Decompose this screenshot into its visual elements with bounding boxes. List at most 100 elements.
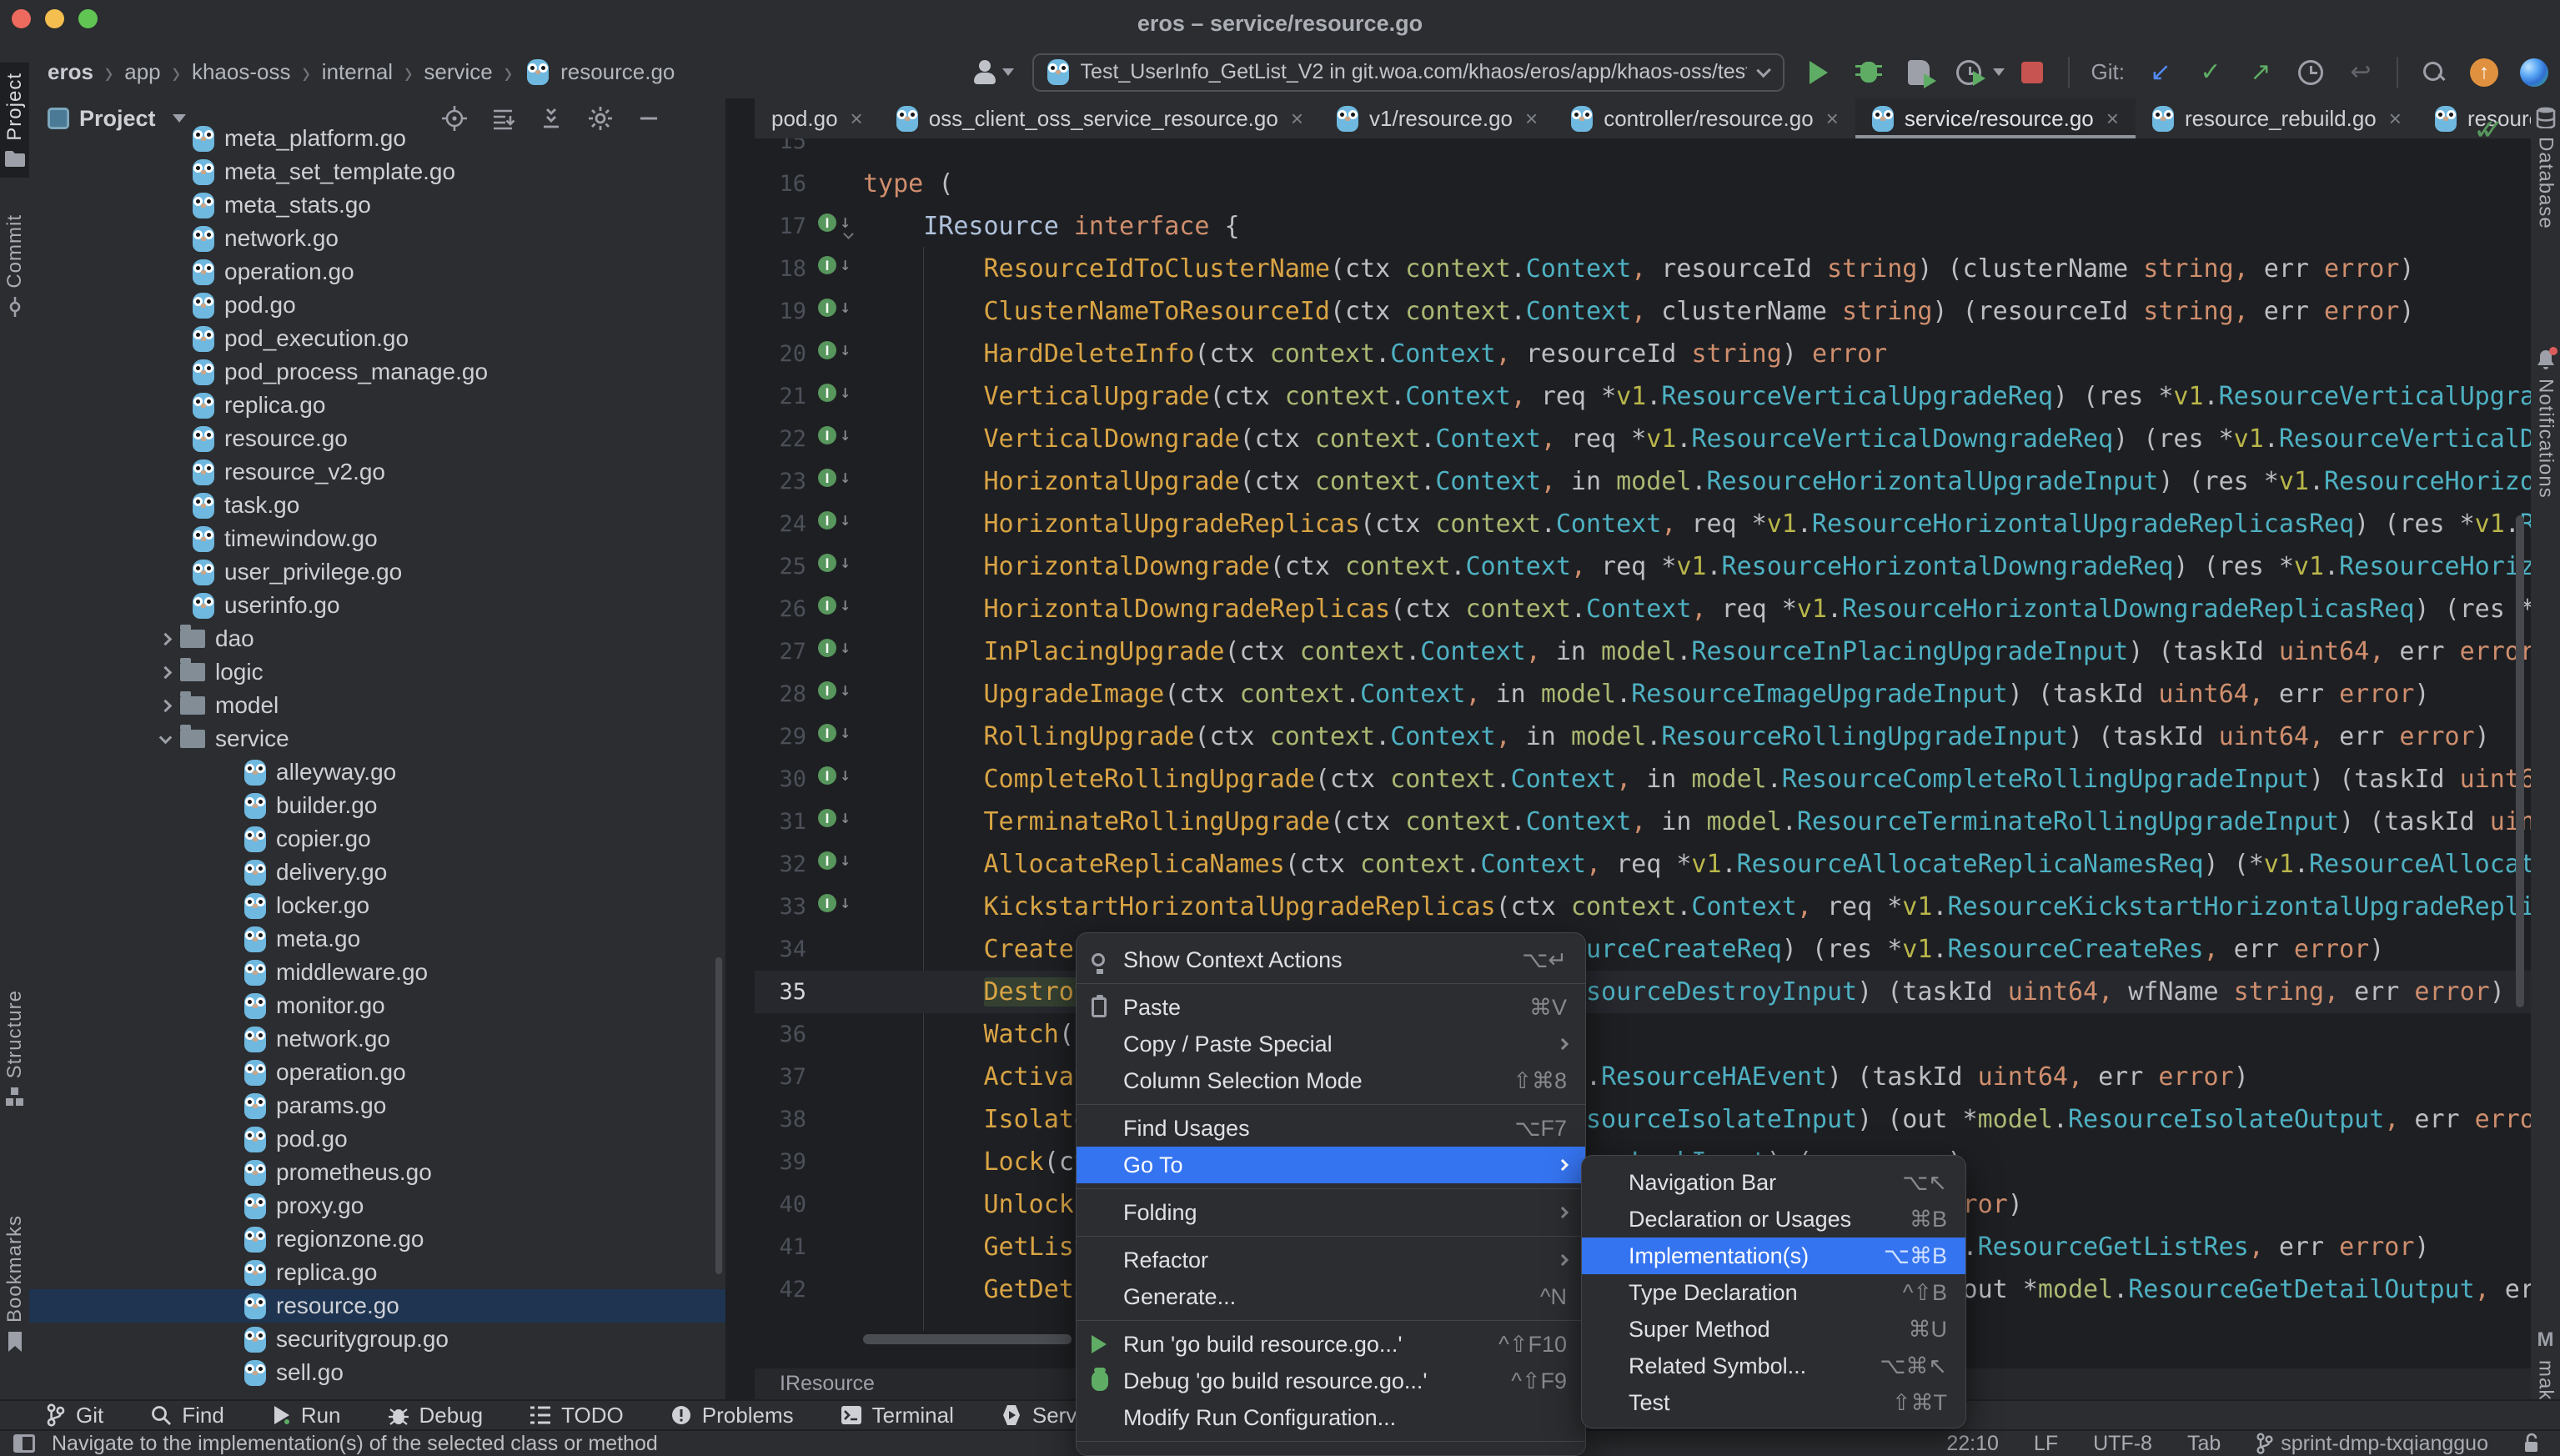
run-configuration-select[interactable]: Test_UserInfo_GetList_V2 in git.woa.com/… bbox=[1032, 53, 1784, 92]
implemented-icon[interactable]: I↓ bbox=[818, 681, 851, 700]
breadcrumb-item[interactable]: app bbox=[124, 59, 160, 85]
implemented-icon[interactable]: I↓ bbox=[818, 724, 851, 742]
tree-file[interactable]: task.go bbox=[29, 489, 725, 522]
tree-file[interactable]: delivery.go bbox=[29, 856, 725, 889]
implemented-icon[interactable]: I↓ bbox=[818, 469, 851, 487]
menu-item[interactable]: Navigation Bar⌥↖ bbox=[1582, 1164, 1965, 1201]
tree-file[interactable]: network.go bbox=[29, 222, 725, 255]
tree-folder[interactable]: logic bbox=[29, 655, 725, 689]
tool-window-button-run[interactable]: Run bbox=[271, 1403, 341, 1428]
code-line[interactable]: 35 Destroy(ctx context.Context, in model… bbox=[755, 971, 2531, 1013]
editor-tab[interactable]: oss_client_oss_service_resource.go× bbox=[880, 98, 1320, 138]
close-tab-icon[interactable]: × bbox=[1826, 106, 1839, 132]
chevron-right-icon[interactable] bbox=[159, 699, 173, 712]
menu-item[interactable]: Test⇧⌘T bbox=[1582, 1384, 1965, 1421]
tree-file[interactable]: meta_stats.go bbox=[29, 188, 725, 222]
tool-window-button-problems[interactable]: Problems bbox=[670, 1403, 794, 1428]
code-line[interactable]: 30I↓ CompleteRollingUpgrade(ctx context.… bbox=[755, 758, 2531, 801]
close-tab-icon[interactable]: × bbox=[2389, 106, 2402, 132]
code-line[interactable]: 15 bbox=[755, 138, 2531, 163]
tree-file[interactable]: timewindow.go bbox=[29, 522, 725, 555]
ide-update-badge[interactable]: ↑ bbox=[2470, 58, 2498, 87]
tree-file[interactable]: user_privilege.go bbox=[29, 555, 725, 589]
implemented-icon[interactable]: I↓ bbox=[818, 426, 851, 444]
code-line[interactable]: 20I↓ HardDeleteInfo(ctx context.Context,… bbox=[755, 333, 2531, 375]
search-everywhere-button[interactable] bbox=[2420, 58, 2448, 87]
implemented-icon[interactable]: I↓ bbox=[818, 299, 851, 317]
tree-file[interactable]: sell.go bbox=[29, 1356, 725, 1389]
chevron-down-icon[interactable] bbox=[159, 731, 173, 744]
close-tab-icon[interactable]: × bbox=[2106, 106, 2119, 132]
code-line[interactable]: 24I↓ HorizontalUpgradeReplicas(ctx conte… bbox=[755, 503, 2531, 545]
implemented-icon[interactable]: I↓ bbox=[818, 596, 851, 615]
menu-item[interactable]: Type Declaration^⇧B bbox=[1582, 1274, 1965, 1311]
code-line[interactable]: 29I↓ RollingUpgrade(ctx context.Context,… bbox=[755, 715, 2531, 758]
tree-file[interactable]: builder.go bbox=[29, 789, 725, 822]
user-icon[interactable] bbox=[972, 60, 997, 85]
menu-item[interactable]: Related Symbol...⌥⌘↖ bbox=[1582, 1348, 1965, 1384]
tree-file[interactable]: meta.go bbox=[29, 922, 725, 956]
undo-button[interactable]: ↩ bbox=[2347, 58, 2375, 87]
tree-file[interactable]: resource.go bbox=[29, 1289, 725, 1323]
tree-file[interactable]: params.go bbox=[29, 1089, 725, 1122]
implemented-icon[interactable]: I↓ bbox=[818, 554, 851, 572]
tree-file[interactable]: middleware.go bbox=[29, 956, 725, 989]
run-button[interactable] bbox=[1805, 58, 1833, 87]
tree-file[interactable]: replica.go bbox=[29, 1256, 725, 1289]
code-line[interactable]: 19I↓ ClusterNameToResourceId(ctx context… bbox=[755, 290, 2531, 333]
implemented-icon[interactable]: I↓ bbox=[818, 213, 851, 232]
breadcrumb-item[interactable]: resource.go bbox=[560, 59, 675, 85]
chevron-down-icon[interactable] bbox=[1993, 68, 2005, 76]
close-tab-icon[interactable]: × bbox=[1291, 106, 1303, 132]
menu-item[interactable]: Debug 'go build resource.go...'^⇧F9 bbox=[1077, 1363, 1585, 1399]
code-line[interactable]: 33I↓ KickstartHorizontalUpgradeReplicas(… bbox=[755, 886, 2531, 928]
tree-file[interactable]: pod_process_manage.go bbox=[29, 355, 725, 389]
tree-file[interactable]: monitor.go bbox=[29, 989, 725, 1022]
tree-file[interactable]: regionzone.go bbox=[29, 1223, 725, 1256]
chevron-down-icon[interactable] bbox=[1002, 68, 1014, 76]
git-branch-widget[interactable]: sprint-dmp-txqiangguo bbox=[2256, 1432, 2488, 1456]
implemented-icon[interactable]: I↓ bbox=[818, 851, 851, 870]
menu-item[interactable]: Go To bbox=[1077, 1147, 1585, 1183]
implemented-icon[interactable]: I↓ bbox=[818, 511, 851, 530]
editor-tab[interactable]: v1/resource.go× bbox=[1320, 98, 1554, 138]
editor-tab[interactable]: pod.go× bbox=[755, 98, 880, 138]
code-line[interactable]: 23I↓ HorizontalUpgrade(ctx context.Conte… bbox=[755, 460, 2531, 503]
implemented-icon[interactable]: I↓ bbox=[818, 256, 851, 274]
code-line[interactable]: 26I↓ HorizontalDowngradeReplicas(ctx con… bbox=[755, 588, 2531, 630]
code-line[interactable]: 32I↓ AllocateReplicaNames(ctx context.Co… bbox=[755, 843, 2531, 886]
tool-window-button-structure[interactable]: Structure bbox=[0, 980, 29, 1117]
implemented-icon[interactable]: I↓ bbox=[818, 894, 851, 912]
code-line[interactable]: 38 Isolate(ctx context.Context, in model… bbox=[755, 1098, 2531, 1141]
editor-tab[interactable]: service/resource.go× bbox=[1855, 98, 2136, 138]
menu-item[interactable]: Declaration or Usages⌘B bbox=[1582, 1201, 1965, 1238]
breadcrumb-item[interactable]: eros bbox=[48, 59, 93, 85]
tree-file[interactable]: pod_execution.go bbox=[29, 322, 725, 355]
breadcrumb-item[interactable]: service bbox=[424, 59, 492, 85]
menu-item[interactable]: Find Usages⌥F7 bbox=[1077, 1110, 1585, 1147]
breadcrumb[interactable]: eros›app›khaos-oss›internal›service›reso… bbox=[48, 46, 675, 98]
tree-file[interactable]: replica.go bbox=[29, 389, 725, 422]
editor-horizontal-scrollbar[interactable] bbox=[863, 1334, 1072, 1344]
tree-file[interactable]: meta_platform.go bbox=[29, 122, 725, 155]
code-line[interactable]: 31I↓ TerminateRollingUpgrade(ctx context… bbox=[755, 801, 2531, 843]
tool-window-button-project[interactable]: Project bbox=[0, 63, 29, 178]
tool-window-button-todo[interactable]: TODO bbox=[530, 1403, 624, 1428]
code-line[interactable]: 17I↓ IResource interface { bbox=[755, 205, 2531, 248]
tree-folder[interactable]: model bbox=[29, 689, 725, 722]
code-line[interactable]: 21I↓ VerticalUpgrade(ctx context.Context… bbox=[755, 375, 2531, 418]
close-tab-icon[interactable]: × bbox=[851, 106, 863, 132]
git-commit-button[interactable]: ✓ bbox=[2196, 58, 2225, 87]
tree-file[interactable]: pod.go bbox=[29, 289, 725, 322]
tree-file[interactable]: prometheus.go bbox=[29, 1156, 725, 1189]
code-with-me-icon[interactable] bbox=[2520, 58, 2548, 87]
menu-item[interactable]: Super Method⌘U bbox=[1582, 1311, 1965, 1348]
tool-window-button-commit[interactable]: Commit bbox=[0, 204, 29, 327]
tree-file[interactable]: resource.go bbox=[29, 422, 725, 455]
close-tab-icon[interactable]: × bbox=[1525, 106, 1538, 132]
code-line[interactable]: 27I↓ InPlacingUpgrade(ctx context.Contex… bbox=[755, 630, 2531, 673]
caret-position[interactable]: 22:10 bbox=[1946, 1432, 1999, 1456]
code-line[interactable]: 22I↓ VerticalDowngrade(ctx context.Conte… bbox=[755, 418, 2531, 460]
tree-file[interactable]: locker.go bbox=[29, 889, 725, 922]
chevron-right-icon[interactable] bbox=[159, 665, 173, 679]
